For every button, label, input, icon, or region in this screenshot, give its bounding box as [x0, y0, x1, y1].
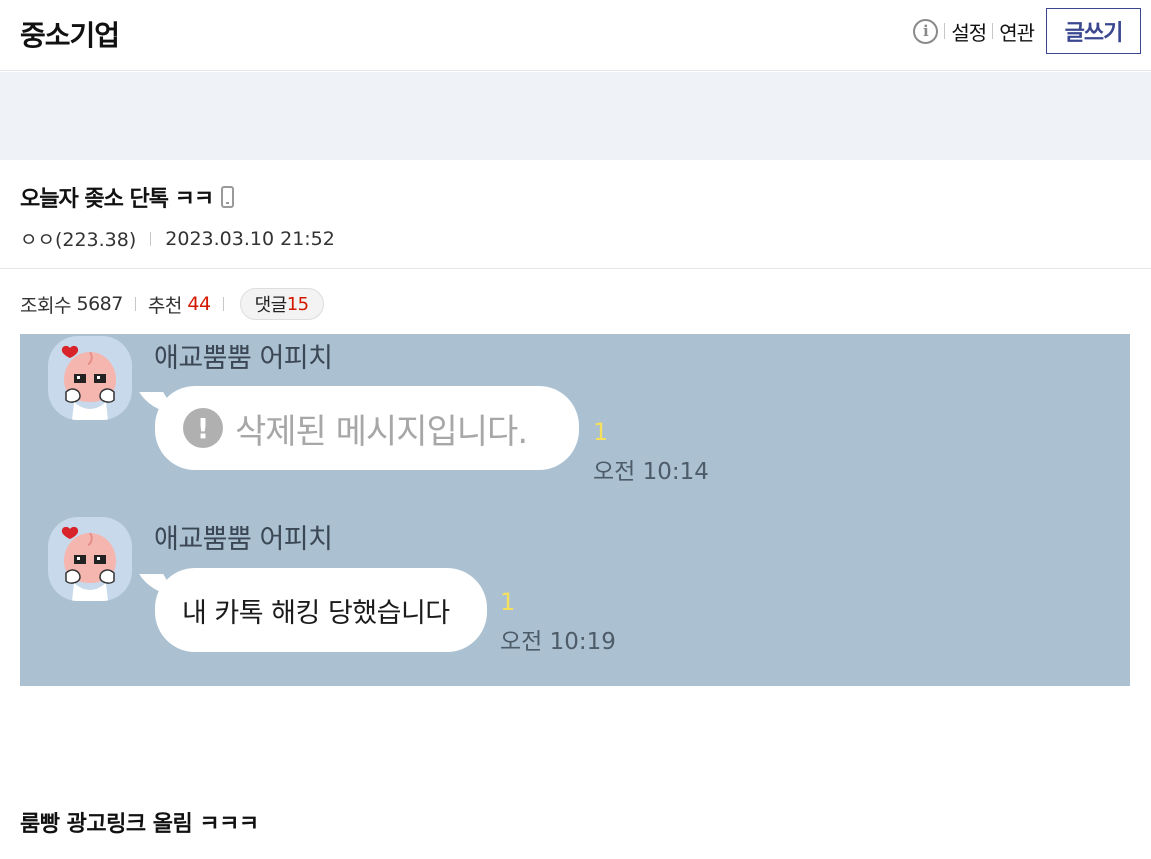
- mobile-phone-icon: [221, 186, 235, 208]
- info-icon[interactable]: i: [913, 18, 939, 44]
- related-link[interactable]: 연관: [999, 17, 1035, 46]
- apeach-avatar: [48, 517, 132, 601]
- apeach-avatar: [48, 336, 132, 420]
- warning-icon: !: [183, 408, 223, 448]
- post-header: 오늘자 좆소 단톡 ㅋㅋ ㅇㅇ(223.38) 2023.03.10 21:52: [0, 161, 1151, 269]
- divider: [134, 297, 136, 311]
- comments-count: 15: [286, 293, 309, 315]
- header-actions: i 설정 연관 글쓰기: [913, 8, 1141, 54]
- author-name[interactable]: ㅇㅇ(223.38): [20, 225, 136, 252]
- views-label: 조회수: [20, 294, 71, 317]
- post-title-text: 오늘자 좆소 단톡 ㅋㅋ: [20, 187, 214, 212]
- divider: [150, 231, 152, 246]
- message-text: 내 카톡 해킹 당했습니다: [182, 597, 450, 629]
- post-stats: 조회수 5687 추천 44 댓글 15: [20, 288, 324, 320]
- comments-button[interactable]: 댓글 15: [239, 288, 324, 320]
- recommend-count: 44: [187, 293, 211, 315]
- message-time: 오전 10:19: [500, 629, 616, 655]
- chat-screenshot: 애교뿜뿜 어피치 ! 삭제된 메시지입니다. 1 오전 10:14 애교뿜뿜 어…: [20, 334, 1130, 686]
- sender-name: 애교뿜뿜 어피치: [154, 524, 333, 555]
- post-body-text: 룸빵 광고링크 올림 ㅋㅋㅋ: [20, 812, 259, 837]
- apeach-icon: [61, 526, 116, 601]
- post-title: 오늘자 좆소 단톡 ㅋㅋ: [20, 181, 235, 213]
- post-datetime: 2023.03.10 21:52: [165, 227, 335, 250]
- comments-label: 댓글: [254, 295, 288, 316]
- divider: [992, 23, 994, 39]
- sender-name: 애교뿜뿜 어피치: [154, 343, 333, 374]
- post-meta: ㅇㅇ(223.38) 2023.03.10 21:52: [20, 225, 335, 252]
- write-button[interactable]: 글쓰기: [1046, 8, 1141, 54]
- message-time: 오전 10:14: [593, 459, 709, 485]
- banner-area: [0, 72, 1151, 160]
- settings-link[interactable]: 설정: [951, 17, 987, 46]
- deleted-message-bubble: ! 삭제된 메시지입니다.: [155, 386, 579, 470]
- divider: [222, 297, 224, 311]
- message-bubble: 내 카톡 해킹 당했습니다: [155, 568, 487, 652]
- views-count: 5687: [76, 293, 124, 315]
- recommend-label: 추천: [147, 294, 182, 317]
- divider: [944, 23, 946, 39]
- unread-count: 1: [593, 418, 609, 446]
- gallery-header: 중소기업 i 설정 연관 글쓰기: [0, 0, 1151, 71]
- unread-count: 1: [500, 588, 516, 616]
- gallery-title[interactable]: 중소기업: [20, 14, 120, 54]
- apeach-icon: [61, 345, 116, 420]
- message-text: 삭제된 메시지입니다.: [235, 411, 528, 452]
